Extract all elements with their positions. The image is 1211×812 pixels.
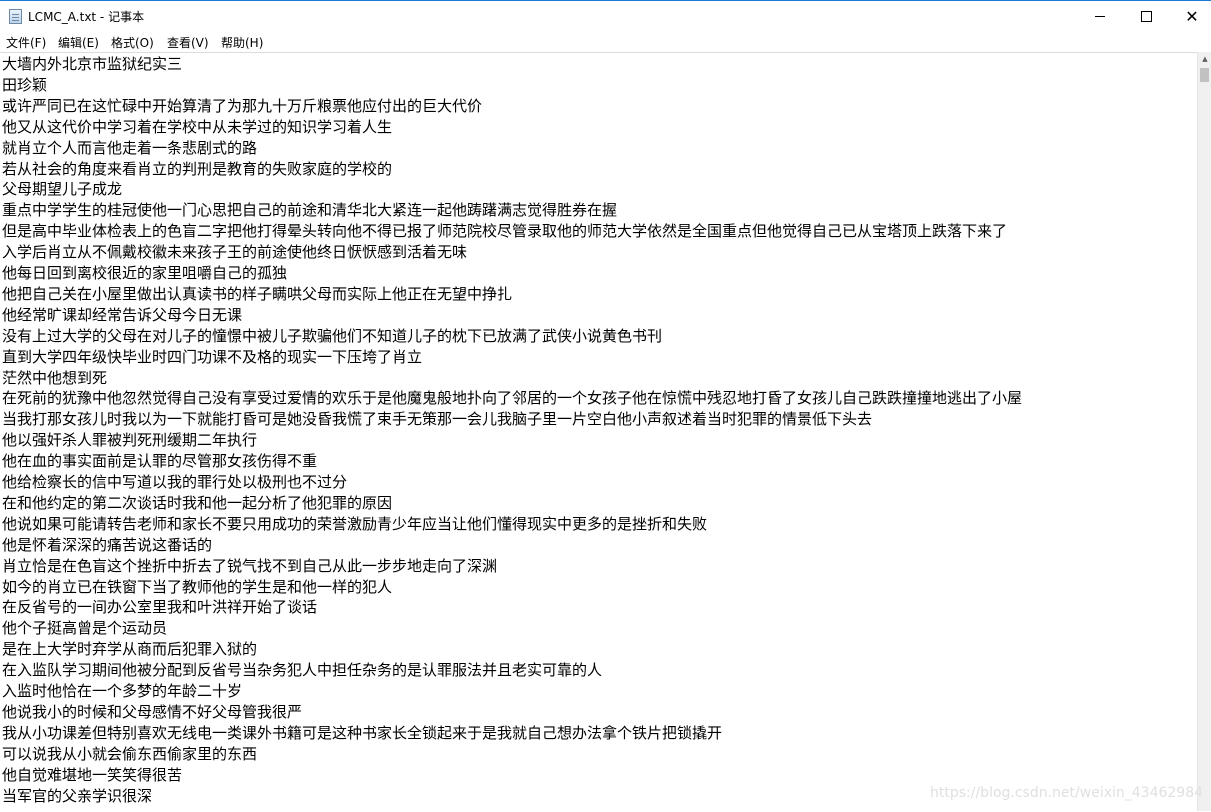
menu-view[interactable]: 查看(V) xyxy=(167,34,209,51)
text-line: 就肖立个人而言他走着一条悲剧式的路 xyxy=(2,138,258,157)
title-bar: LCMC_A.txt - 记事本 ✕ xyxy=(0,0,1211,32)
text-line: 入学后肖立从不佩戴校徽未来孩子王的前途使他终日恹恹感到活着无味 xyxy=(2,243,468,262)
text-line: 他在血的事实面前是认罪的尽管那女孩伤得不重 xyxy=(2,452,318,471)
text-line: 直到大学四年级快毕业时四门功课不及格的现实一下压垮了肖立 xyxy=(2,347,423,366)
text-line: 他经常旷课却经常告诉父母今日无课 xyxy=(2,305,243,324)
watermark: https://blog.csdn.net/weixin_43462984 xyxy=(930,785,1204,801)
text-line: 他以强奸杀人罪被判死刑缓期二年执行 xyxy=(2,431,258,450)
text-line: 没有上过大学的父母在对儿子的憧憬中被儿子欺骗他们不知道儿子的枕下已放满了武侠小说… xyxy=(2,326,663,345)
notepad-icon xyxy=(9,9,22,24)
text-line: 田珍颖 xyxy=(2,75,48,94)
text-line: 重点中学学生的桂冠使他一门心思把自己的前途和清华北大紧连一起他踌躇满志觉得胜券在… xyxy=(2,201,618,220)
minimize-icon xyxy=(1095,16,1105,17)
minimize-button[interactable] xyxy=(1077,1,1123,32)
text-line: 他是怀着深深的痛苦说这番话的 xyxy=(2,535,213,554)
text-line: 他个子挺高曾是个运动员 xyxy=(2,619,168,638)
menu-format[interactable]: 格式(O) xyxy=(111,34,154,51)
text-line: 如今的肖立已在铁窗下当了教师他的学生是和他一样的犯人 xyxy=(2,577,393,596)
text-line: 我从小功课差但特别喜欢无线电一类课外书籍可是这种书家长全锁起来于是我就自己想办法… xyxy=(2,723,723,742)
window-title: LCMC_A.txt - 记事本 xyxy=(28,10,145,24)
text-line: 或许严同已在这忙碌中开始算清了为那九十万斤粮票他应付出的巨大代价 xyxy=(2,96,483,115)
text-line: 当我打那女孩儿时我以为一下就能打昏可是她没昏我慌了束手无策那一会儿我脑子里一片空… xyxy=(2,410,873,429)
menu-bar: 文件(F) 编辑(E) 格式(O) 查看(V) 帮助(H) xyxy=(0,31,1211,51)
scroll-thumb[interactable] xyxy=(1200,68,1209,82)
text-line: 在死前的犹豫中他忽然觉得自己没有享受过爱情的欢乐于是他魔鬼般地扑向了邻居的一个女… xyxy=(2,389,1023,408)
menu-edit[interactable]: 编辑(E) xyxy=(58,34,99,51)
text-line: 当军官的父亲学识很深 xyxy=(2,786,153,805)
text-editor-area[interactable]: 大墙内外北京市监狱纪实三 田珍颖或许严同已在这忙碌中开始算清了为那九十万斤粮票他应… xyxy=(0,52,1197,812)
text-line: 他每日回到离校很近的家里咀嚼自己的孤独 xyxy=(2,264,288,282)
menu-help[interactable]: 帮助(H) xyxy=(221,34,263,51)
scroll-up-arrow-icon[interactable]: ▲ xyxy=(1198,52,1211,66)
text-line: 他说如果可能请转告老师和家长不要只用成功的荣誉激励青少年应当让他们懂得现实中更多… xyxy=(2,514,708,533)
text-line: 是在上大学时弃学从商而后犯罪入狱的 xyxy=(2,640,258,659)
maximize-button[interactable] xyxy=(1123,1,1169,32)
text-line: 父母期望儿子成龙 xyxy=(2,180,123,199)
text-line: 若从社会的角度来看肖立的判刑是教育的失败家庭的学校的 xyxy=(2,159,393,178)
close-icon: ✕ xyxy=(1185,6,1199,26)
text-line: 他又从这代价中学习着在学校中从未学过的知识学习着人生 xyxy=(2,117,393,136)
text-line: 茫然中他想到死 xyxy=(2,368,108,387)
text-line: 但是高中毕业体检表上的色盲二字把他打得晕头转向他不得已报了师范院校尽管录取他的师… xyxy=(2,222,1008,241)
vertical-scrollbar[interactable]: ▲ xyxy=(1197,52,1211,811)
text-line: 大墙内外北京市监狱纪实三 xyxy=(2,55,183,73)
maximize-icon xyxy=(1140,11,1152,22)
text-line: 他自觉难堪地一笑笑得很苦 xyxy=(2,765,183,784)
text-line: 可以说我从小就会偷东西偷家里的东西 xyxy=(2,744,258,763)
text-line: 他把自己关在小屋里做出认真读书的样子瞒哄父母而实际上他正在无望中挣扎 xyxy=(2,284,513,303)
text-line: 在和他约定的第二次谈话时我和他一起分析了他犯罪的原因 xyxy=(2,493,393,512)
text-line: 在入监队学习期间他被分配到反省号当杂务犯人中担任杂务的是认罪服法并且老实可靠的人 xyxy=(2,661,603,680)
text-line: 在反省号的一间办公室里我和叶洪祥开始了谈话 xyxy=(2,598,318,617)
text-line: 肖立恰是在色盲这个挫折中折去了锐气找不到自己从此一步步地走向了深渊 xyxy=(2,556,498,575)
close-button[interactable]: ✕ xyxy=(1169,1,1211,32)
text-line: 入监时他恰在一个多梦的年龄二十岁 xyxy=(2,682,243,700)
menu-file[interactable]: 文件(F) xyxy=(6,34,46,51)
text-line: 他给检察长的信中写道以我的罪行处以极刑也不过分 xyxy=(2,473,348,491)
text-line: 他说我小的时候和父母感情不好父母管我很严 xyxy=(2,702,303,721)
